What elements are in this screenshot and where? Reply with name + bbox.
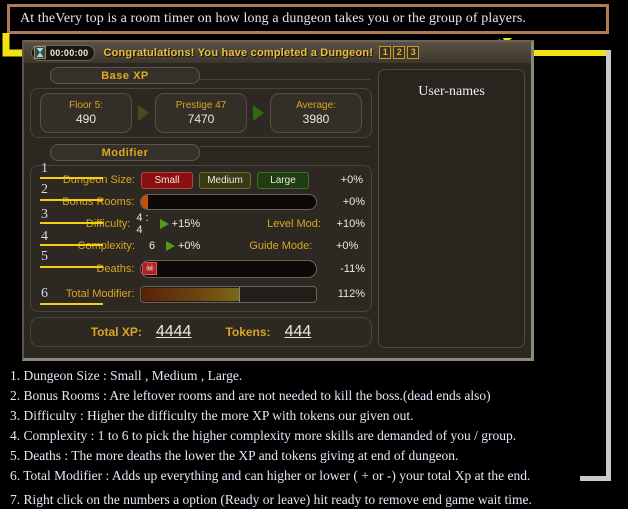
difficulty-label: Difficulty: <box>85 218 131 230</box>
annotation-underline-1 <box>40 177 103 179</box>
modifier-panel: Dungeon Size: Small Medium Large +0% Bon… <box>30 165 372 312</box>
dungeon-size-pct: +0% <box>340 174 363 186</box>
player-slot-2[interactable]: 2 <box>393 46 406 59</box>
modifier-header-label: Modifier <box>101 146 149 159</box>
xp-cell-average-title: Average: <box>296 100 336 111</box>
note-1: 1. Dungeon Size : Small , Medium , Large… <box>10 368 243 383</box>
annotation-underline-5 <box>40 266 103 268</box>
xp-cell-prestige: Prestige 47 7470 <box>155 93 247 133</box>
annotation-number-2: 2 <box>41 182 48 197</box>
total-xp-value: 4444 <box>155 323 192 340</box>
bonus-rooms-bar <box>140 194 318 210</box>
annotation-number-6: 6 <box>41 286 48 301</box>
window-body: Base XP Floor 5: 490 Prestige 47 7470 Av… <box>24 63 531 358</box>
player-slot-3[interactable]: 3 <box>407 46 420 59</box>
total-xp-label: Total XP: <box>90 325 142 339</box>
xp-cell-floor: Floor 5: 490 <box>40 93 132 133</box>
xp-cell-floor-title: Floor 5: <box>69 100 103 111</box>
bonus-rooms-pct: +0% <box>342 196 366 208</box>
annotation-number-5: 5 <box>41 249 48 264</box>
annotation-underline-6 <box>40 303 103 305</box>
total-modifier-label: Total Modifier: <box>65 288 135 300</box>
base-xp-rule <box>200 79 370 80</box>
user-names-panel[interactable]: User-names <box>378 69 525 348</box>
window-titlebar: 00:00:00 Congratulations! You have compl… <box>24 42 531 63</box>
complexity-arrow-icon <box>166 241 175 251</box>
xp-cell-average-value: 3980 <box>302 112 330 126</box>
level-mod-label: Level Mod: <box>267 218 321 230</box>
total-modifier-pct: 112% <box>337 288 366 300</box>
annotation-underline-2 <box>40 199 103 201</box>
annotation-number-3: 3 <box>41 207 48 222</box>
deaths-pct: -11% <box>340 263 366 275</box>
dungeon-size-medium-button[interactable]: Medium <box>199 171 251 189</box>
screenshot-root: At theVery top is a room timer on how lo… <box>0 0 628 509</box>
complexity-pct: +0% <box>178 240 201 252</box>
note-3: 3. Difficulty : Higher the difficulty th… <box>10 408 414 423</box>
caption-text: At theVery top is a room timer on how lo… <box>20 11 526 26</box>
level-mod-pct: +10% <box>336 218 365 230</box>
totals-panel: Total XP: 4444 Tokens: 444 <box>30 317 372 347</box>
total-modifier-bar <box>140 285 318 303</box>
notes-list: 1. Dungeon Size : Small , Medium , Large… <box>10 366 610 509</box>
base-xp-panel: Floor 5: 490 Prestige 47 7470 Average: 3… <box>30 88 372 138</box>
total-modifier-bar-fill <box>142 287 241 301</box>
room-timer: 00:00:00 <box>31 44 96 61</box>
deaths-bar: ☠ <box>140 260 318 278</box>
bonus-rooms-bar-fill <box>141 195 149 209</box>
base-xp-header: Base XP <box>50 67 200 84</box>
note-6: 6. Total Modifier : Adds up everything a… <box>10 468 531 483</box>
tokens-label: Tokens: <box>225 325 271 339</box>
modifier-rule <box>200 146 370 147</box>
timer-value: 00:00:00 <box>50 47 89 58</box>
user-names-label: User-names <box>418 84 485 99</box>
row-dungeon-size: Dungeon Size: Small Medium Large +0% <box>39 169 365 191</box>
xp-cell-average: Average: 3980 <box>270 93 362 133</box>
difficulty-arrow-icon <box>159 219 169 229</box>
separator-arrow-1-icon <box>138 105 149 121</box>
complexity-label: Complexity: <box>77 240 135 252</box>
stats-column: Base XP Floor 5: 490 Prestige 47 7470 Av… <box>28 67 374 354</box>
xp-cell-floor-value: 490 <box>75 112 97 126</box>
total-modifier-bar-tick <box>239 286 241 302</box>
row-difficulty: Difficulty: 4 : 4 +15% Level Mod: +10% <box>39 212 365 236</box>
note-2: 2. Bonus Rooms : Are leftover rooms and … <box>10 388 491 403</box>
dungeon-size-label: Dungeon Size: <box>62 174 135 186</box>
xp-cell-prestige-value: 7470 <box>187 112 215 126</box>
annotation-underline-4 <box>40 244 103 246</box>
modifier-header: Modifier <box>50 144 200 161</box>
guide-mode-pct: +0% <box>336 240 359 252</box>
player-slot-buttons: 1 2 3 <box>379 46 420 59</box>
row-complexity: Complexity: 6 +0% Guide Mode: +0% <box>39 235 365 257</box>
note-5: 5. Deaths : The more deaths the lower th… <box>10 448 459 463</box>
row-bonus-rooms: Bonus Rooms: +0% <box>39 191 365 213</box>
annotation-number-1: 1 <box>41 161 48 176</box>
skull-icon: ☠ <box>142 262 158 275</box>
dungeon-size-large-button[interactable]: Large <box>257 171 309 189</box>
note-7: 7. Right click on the numbers a option (… <box>10 492 532 507</box>
dungeon-size-small-button[interactable]: Small <box>141 171 193 189</box>
caption-box: At theVery top is a room timer on how lo… <box>7 4 609 34</box>
difficulty-value: 4 : 4 <box>136 212 149 236</box>
separator-arrow-2-icon <box>253 105 264 121</box>
deaths-label: Deaths: <box>96 263 135 275</box>
tokens-value: 444 <box>284 323 312 340</box>
note-4: 4. Complexity : 1 to 6 to pick the highe… <box>10 428 517 443</box>
hourglass-icon <box>34 46 46 59</box>
bonus-rooms-label: Bonus Rooms: <box>62 196 135 208</box>
congratulations-text: Congratulations! You have completed a Du… <box>103 46 374 59</box>
complexity-value: 6 <box>148 240 156 252</box>
base-xp-header-label: Base XP <box>101 69 149 82</box>
difficulty-pct: +15% <box>171 218 201 230</box>
annotation-underline-3 <box>40 222 103 224</box>
player-slot-1[interactable]: 1 <box>379 46 392 59</box>
row-deaths: Deaths: ☠ -11% <box>39 257 365 281</box>
xp-cell-prestige-title: Prestige 47 <box>175 100 227 111</box>
annotation-number-4: 4 <box>41 229 48 244</box>
guide-mode-label: Guide Mode: <box>249 240 313 252</box>
users-column: User-names <box>374 67 527 354</box>
